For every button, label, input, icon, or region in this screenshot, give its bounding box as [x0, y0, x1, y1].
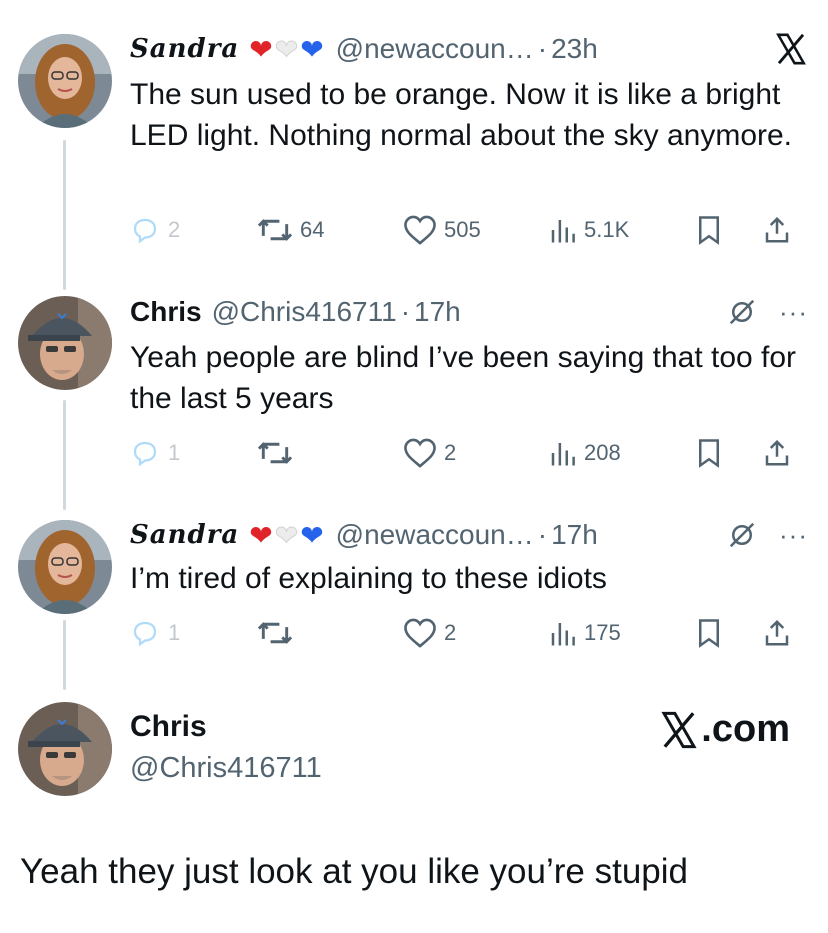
- repost-button[interactable]: [256, 618, 402, 648]
- avatar-sandra[interactable]: [18, 520, 112, 614]
- author-name[interactable]: Chris: [130, 710, 207, 744]
- like-button[interactable]: 2: [402, 437, 548, 469]
- avatar-chris[interactable]: [18, 702, 112, 796]
- tweet-3-actions: 1 2 175: [128, 613, 808, 653]
- separator-dot: ·: [400, 296, 411, 327]
- brand-domain: .com: [701, 708, 790, 750]
- red-heart-icon: ❤: [249, 33, 275, 65]
- grok-icon[interactable]: [727, 297, 757, 327]
- repost-icon: [257, 622, 293, 644]
- share-button[interactable]: [762, 215, 792, 245]
- x-logo-icon: [661, 711, 697, 748]
- bookmark-button[interactable]: [696, 618, 762, 648]
- author-handle[interactable]: @Chris416711: [212, 296, 397, 328]
- heart-emojis: ❤❤❤: [249, 33, 325, 66]
- share-button[interactable]: [762, 438, 792, 468]
- like-count: 505: [444, 217, 481, 242]
- like-button[interactable]: 505: [402, 214, 548, 246]
- red-heart-icon: ❤: [249, 519, 275, 551]
- separator-dot: ·: [537, 519, 548, 550]
- tweet-2-actions: 1 2 208: [128, 433, 808, 473]
- bookmark-icon: [699, 216, 719, 245]
- repost-button[interactable]: 64: [256, 215, 402, 245]
- bookmark-icon: [699, 619, 719, 648]
- repost-count: 64: [300, 217, 325, 242]
- like-button[interactable]: 2: [402, 617, 548, 649]
- heart-emojis: ❤❤❤: [249, 519, 325, 552]
- repost-icon: [257, 442, 293, 464]
- share-icon: [765, 619, 789, 646]
- views-icon: [551, 623, 575, 646]
- repost-button[interactable]: [256, 438, 402, 468]
- avatar-sandra[interactable]: [18, 34, 112, 128]
- bookmark-icon: [699, 439, 719, 468]
- x-logo-icon[interactable]: [774, 32, 808, 66]
- author-handle[interactable]: @newaccoun…: [336, 519, 534, 551]
- author-name[interactable]: Sandra: [130, 520, 239, 550]
- bookmark-button[interactable]: [696, 215, 762, 245]
- avatar-chris[interactable]: [18, 296, 112, 390]
- white-heart-icon: ❤: [274, 33, 301, 65]
- tweet-2-text: Yeah people are blind I’ve been saying t…: [130, 341, 797, 415]
- views-icon: [551, 443, 575, 466]
- more-options-icon[interactable]: ···: [779, 520, 808, 551]
- repost-icon: [257, 219, 293, 241]
- view-count: 175: [584, 620, 621, 645]
- views-icon: [551, 220, 575, 243]
- reply-button[interactable]: 1: [128, 618, 256, 648]
- more-options-icon[interactable]: ···: [779, 297, 808, 328]
- views-button[interactable]: 5.1K: [548, 215, 696, 245]
- share-icon: [765, 216, 789, 243]
- views-button[interactable]: 175: [548, 618, 696, 648]
- blue-heart-icon: ❤: [300, 33, 326, 65]
- tweet-2-header: Chris @Chris416711 · 17h ···: [130, 292, 808, 332]
- view-count: 5.1K: [584, 217, 630, 242]
- reply-icon: [133, 621, 157, 647]
- tweet-1-actions: 2 64 505 5.1K: [128, 210, 808, 250]
- thread-line-2: [63, 400, 66, 510]
- heart-icon: [404, 438, 436, 468]
- heart-icon: [404, 618, 436, 648]
- author-name[interactable]: Chris: [130, 296, 202, 328]
- reply-count: 2: [168, 217, 181, 242]
- reply-count: 1: [168, 440, 181, 465]
- author-handle[interactable]: @newaccoun…: [336, 33, 534, 65]
- reply-icon: [133, 441, 157, 467]
- timestamp[interactable]: 23h: [551, 33, 598, 65]
- x-com-brand: .com: [659, 708, 790, 751]
- timestamp[interactable]: 17h: [414, 296, 461, 328]
- tweet-1-header: Sandra ❤❤❤ @newaccoun… · 23h: [130, 29, 808, 69]
- share-icon: [765, 439, 789, 466]
- bookmark-button[interactable]: [696, 438, 762, 468]
- reply-icon: [133, 218, 157, 244]
- views-button[interactable]: 208: [548, 438, 696, 468]
- thread-line-1: [63, 140, 66, 290]
- thread-line-3: [63, 620, 66, 690]
- tweet-3-text: I’m tired of explaining to these idiots: [130, 562, 607, 595]
- separator-dot: ·: [537, 33, 548, 64]
- tweet-3-header: Sandra ❤❤❤ @newaccoun… · 17h ···: [130, 515, 808, 555]
- like-count: 2: [444, 440, 457, 465]
- view-count: 208: [584, 440, 621, 465]
- grok-icon[interactable]: [727, 520, 757, 550]
- share-button[interactable]: [762, 618, 792, 648]
- reply-button[interactable]: 2: [128, 215, 256, 245]
- heart-icon: [404, 215, 436, 245]
- like-count: 2: [444, 620, 457, 645]
- tweet-1-text: The sun used to be orange. Now it is lik…: [130, 78, 793, 152]
- focus-tweet-text: Yeah they just look at you like you’re s…: [20, 852, 689, 891]
- blue-heart-icon: ❤: [300, 519, 326, 551]
- timestamp[interactable]: 17h: [551, 519, 598, 551]
- white-heart-icon: ❤: [274, 519, 301, 551]
- reply-button[interactable]: 1: [128, 438, 256, 468]
- author-handle[interactable]: @Chris416711: [130, 752, 322, 785]
- author-name[interactable]: Sandra: [130, 34, 239, 64]
- reply-count: 1: [168, 620, 181, 645]
